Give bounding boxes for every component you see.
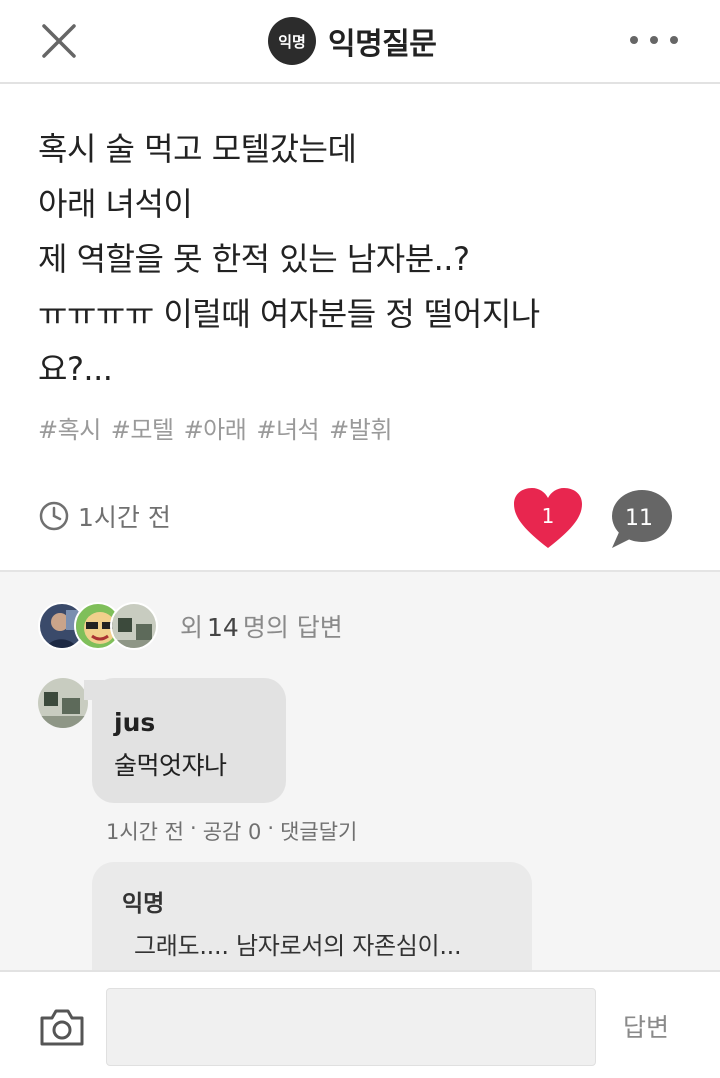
comment-meta: 1시간 전 · 공감 0 · 댓글달기: [106, 816, 357, 846]
reply-link[interactable]: 댓글달기: [280, 816, 357, 846]
answer-prefix: 외: [180, 613, 204, 642]
like-count: 1: [541, 504, 555, 528]
separator: ·: [190, 816, 197, 840]
separator: ·: [267, 816, 275, 840]
page-title: 익명질문: [328, 27, 437, 62]
hashtag[interactable]: #모텔: [111, 410, 174, 445]
comments-section: 외 14 명의 답변 jus 술먹엇쟈나 1시간 전 · 공감 0 · 댓글달기…: [0, 570, 720, 970]
comment-like-button[interactable]: 공감 0: [203, 816, 262, 846]
answer-suffix: 명의 답변: [242, 613, 343, 642]
comment-text: 술먹엇쟈나: [114, 751, 227, 780]
post-text-line: 혹시 술 먹고 모텔갔는데: [38, 130, 357, 168]
answer-input-bar: 답변: [0, 970, 720, 1078]
top-bar: 익명 익명질문: [0, 0, 720, 84]
hashtag[interactable]: #혹시: [38, 410, 101, 445]
more-dots-icon: [670, 36, 678, 44]
post-text-line: 아래 녀석이: [38, 185, 193, 223]
post-text-line: 요?...: [38, 350, 113, 388]
comment-author[interactable]: jus: [114, 708, 155, 737]
answer-summary[interactable]: 외 14 명의 답변: [38, 602, 343, 650]
close-button[interactable]: [38, 20, 80, 62]
avatar: [110, 602, 158, 650]
submit-answer-button[interactable]: 답변: [612, 1008, 680, 1044]
reply-author: 익명: [122, 891, 165, 917]
like-button[interactable]: 1: [512, 486, 584, 552]
comment-bubble: jus 술먹엇쟈나: [92, 678, 286, 803]
comment-count-button[interactable]: 11: [606, 488, 674, 550]
avatar[interactable]: [38, 678, 88, 728]
anonymous-badge: 익명: [268, 17, 316, 65]
post-body: 혹시 술 먹고 모텔갔는데 아래 녀석이 제 역할을 못 한적 있는 남자분..…: [38, 122, 698, 397]
more-dots-icon: [650, 36, 658, 44]
hashtag[interactable]: #아래: [184, 410, 247, 445]
more-options-button[interactable]: [630, 30, 678, 50]
more-dots-icon: [630, 36, 638, 44]
comment-count: 11: [625, 506, 653, 531]
camera-icon: [40, 1009, 84, 1046]
reply-text: 그래도.... 남자로서의 자존심이...: [134, 932, 462, 960]
hashtag[interactable]: #녀석: [256, 410, 319, 445]
answer-count: 14: [207, 613, 239, 642]
comment-time: 1시간 전: [106, 820, 184, 844]
time-text: 1시간 전: [78, 503, 171, 532]
post-text-line: 제 역할을 못 한적 있는 남자분..?: [38, 240, 470, 278]
clock-icon: [39, 501, 69, 531]
reply-bubble: 익명 그래도.... 남자로서의 자존심이...: [92, 862, 532, 970]
camera-button[interactable]: [38, 1006, 86, 1048]
hashtag-list: #혹시 #모텔 #아래 #녀석 #발휘: [38, 410, 392, 445]
answer-count-label: 외 14 명의 답변: [180, 608, 343, 644]
close-icon: [42, 24, 76, 58]
answer-input[interactable]: [106, 988, 596, 1066]
hashtag[interactable]: #발휘: [329, 410, 392, 445]
header-title-group: 익명 익명질문: [268, 16, 437, 66]
post-timestamp: 1시간 전: [38, 498, 171, 534]
post-text-line: ㅠㅠㅠㅠ 이럴때 여자분들 정 떨어지나: [38, 295, 540, 333]
